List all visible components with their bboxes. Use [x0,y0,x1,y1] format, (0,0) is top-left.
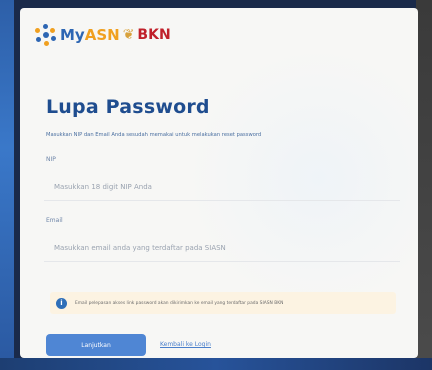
page-subtitle: Masukkan NIP dan Email Anda sesudah mema… [46,132,262,138]
nip-label: NIP [46,156,56,163]
forgot-password-panel: My ASN ❦ BKN Lupa Password Masukkan NIP … [20,8,418,358]
email-input[interactable] [44,234,400,262]
info-alert: i Email pelepasan akses link password ak… [50,292,396,314]
alert-text: Email pelepasan akses link password akan… [75,300,284,306]
page-title: Lupa Password [46,96,210,118]
logo-text-bkn: BKN [137,27,171,43]
background-right-edge [416,0,432,370]
back-to-login-link[interactable]: Kembali ke Login [160,341,211,348]
logo-text-my: My [60,26,85,44]
myasn-bkn-logo: My ASN ❦ BKN [34,20,171,50]
myasn-logo-icon [34,24,56,46]
nip-input[interactable] [44,173,400,201]
background-bottom-edge [0,358,432,370]
background-left-edge [0,0,14,370]
email-label: Email [46,217,63,224]
submit-button[interactable]: Lanjutkan [46,334,146,356]
info-icon: i [56,297,67,309]
bkn-logo-icon: ❦ [122,27,135,43]
logo-text-asn: ASN [84,26,120,44]
